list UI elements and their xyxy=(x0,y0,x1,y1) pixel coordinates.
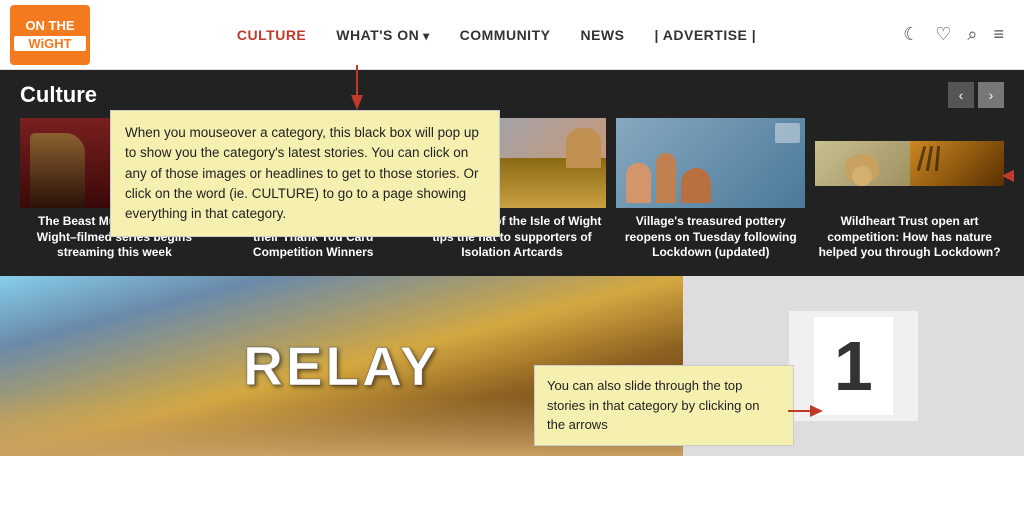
story-thumb-5 xyxy=(815,118,1004,208)
site-logo[interactable]: ON THE WiGHT xyxy=(10,5,90,65)
culture-title[interactable]: Culture xyxy=(20,82,97,108)
number-one: 1 xyxy=(814,317,893,415)
story-item-5[interactable]: Wildheart Trust open art competition: Ho… xyxy=(815,118,1004,261)
user-icon[interactable]: ♡ xyxy=(935,24,951,45)
tooltip-text: When you mouseover a category, this blac… xyxy=(125,125,479,221)
logo-text-top: ON THE xyxy=(25,18,74,34)
search-icon[interactable]: ⌕ xyxy=(967,24,977,45)
story-thumb-4 xyxy=(616,118,805,208)
story-caption-5: Wildheart Trust open art competition: Ho… xyxy=(815,214,1004,261)
tooltip-arrows: You can also slide through the top stori… xyxy=(534,365,794,446)
prev-arrow[interactable]: ‹ xyxy=(948,82,974,108)
nav-whats-on[interactable]: WHAT'S ON xyxy=(336,27,429,43)
culture-section: Culture ‹ › When you mouseover a categor… xyxy=(0,70,1024,276)
next-arrow[interactable]: › xyxy=(978,82,1004,108)
moon-icon[interactable]: ☾ xyxy=(903,24,919,45)
header: ON THE WiGHT CULTURE WHAT'S ON COMMUNITY… xyxy=(0,0,1024,70)
bottom-section: RELAY 1 You can also slide through the t… xyxy=(0,276,1024,456)
nav-community[interactable]: COMMUNITY xyxy=(460,27,551,43)
tooltip-popup: When you mouseover a category, this blac… xyxy=(110,110,500,237)
culture-header: Culture ‹ › xyxy=(20,82,1004,108)
story-item-4[interactable]: Village's treasured pottery reopens on T… xyxy=(616,118,805,261)
main-nav: CULTURE WHAT'S ON COMMUNITY NEWS | ADVER… xyxy=(90,27,903,43)
relay-text: RELAY xyxy=(243,334,439,398)
slide-arrows: ‹ › xyxy=(948,82,1004,108)
header-icons: ☾ ♡ ⌕ ≡ xyxy=(903,24,1004,45)
nav-news[interactable]: NEWS xyxy=(580,27,624,43)
nav-culture[interactable]: CULTURE xyxy=(237,27,306,43)
menu-icon[interactable]: ≡ xyxy=(993,24,1004,45)
story-caption-4: Village's treasured pottery reopens on T… xyxy=(616,214,805,261)
nav-advertise[interactable]: | ADVERTISE | xyxy=(654,27,756,43)
tooltip-arrows-text: You can also slide through the top stori… xyxy=(547,378,759,432)
logo-text-bottom: WiGHT xyxy=(14,36,86,51)
